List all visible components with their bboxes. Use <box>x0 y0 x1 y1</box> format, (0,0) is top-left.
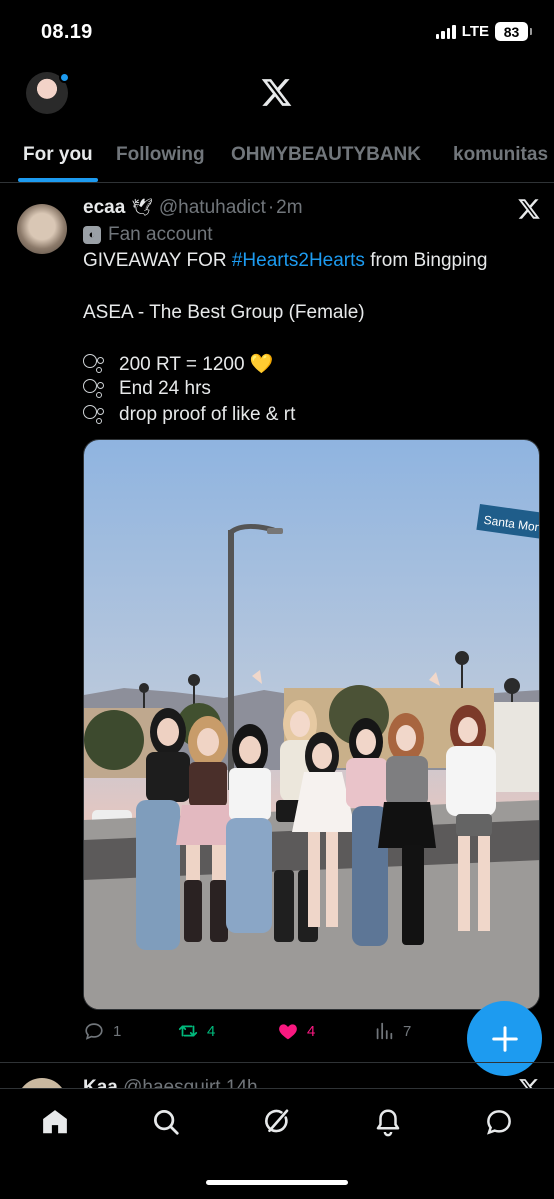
tweet-text-line1: GIVEAWAY FOR #Hearts2Hearts from Bingpin… <box>83 250 487 272</box>
next-tweet-handle[interactable]: @haesquirt <box>123 1077 220 1088</box>
tweet-photo[interactable]: Santa Moni <box>83 439 540 1010</box>
tweet-bullet: 200 RT = 1200 💛 <box>83 352 273 376</box>
views-icon <box>376 1022 393 1040</box>
nav-home[interactable] <box>40 1107 70 1137</box>
retweet-icon <box>178 1025 198 1037</box>
reply-button[interactable]: 1 <box>83 1020 121 1042</box>
bullet-text: End 24 hrs <box>119 378 211 399</box>
tweet-bullet: End 24 hrs <box>83 378 211 400</box>
grok-icon <box>265 1109 289 1133</box>
signal-icon <box>435 24 456 39</box>
nav-notifications[interactable] <box>373 1107 403 1137</box>
x-icon[interactable] <box>518 1077 540 1088</box>
retweet-count: 4 <box>207 1022 216 1040</box>
tweet-text-suffix: from Bingping <box>364 250 488 271</box>
network-label: LTE <box>461 23 489 40</box>
tweet-header: ecaa 🕊 @hatuhadict · 2m <box>83 197 303 219</box>
battery-icon: 83 <box>495 22 532 41</box>
tab-ohmybeautybank[interactable]: OHMYBEAUTYBANK <box>231 144 421 166</box>
tweet-author-handle[interactable]: @hatuhadict <box>159 197 266 219</box>
profile-avatar[interactable] <box>26 72 70 114</box>
messages-icon <box>487 1110 511 1135</box>
status-time: 08.19 <box>41 21 93 43</box>
bubbles-icon <box>83 378 109 400</box>
nav-grok[interactable] <box>262 1107 292 1137</box>
compose-button[interactable] <box>467 1001 542 1076</box>
bubbles-icon <box>83 353 109 375</box>
home-icon <box>43 1110 67 1134</box>
tab-following[interactable]: Following <box>116 144 205 166</box>
nav-search[interactable] <box>151 1107 181 1137</box>
hashtag-link[interactable]: #Hearts2Hearts <box>232 250 365 271</box>
dove-emoji: 🕊 <box>131 198 153 217</box>
x-icon[interactable] <box>517 197 541 221</box>
tweet-divider <box>0 1062 554 1063</box>
fan-account-badge: ◐ Fan account <box>83 224 213 246</box>
status-bar: 08.19 LTE 83 <box>0 0 554 62</box>
timeline-tabs: For you Following OHMYBEAUTYBANK komunit… <box>0 136 554 183</box>
next-tweet-avatar[interactable] <box>17 1078 67 1088</box>
bubbles-icon <box>83 404 109 426</box>
tweet-text-line2: ASEA - The Best Group (Female) <box>83 302 365 323</box>
tab-komunitas[interactable]: komunitas <box>453 144 548 166</box>
search-icon <box>154 1110 179 1135</box>
active-tab-indicator <box>18 178 98 182</box>
tweet-bullet: drop proof of like & rt <box>83 404 295 426</box>
retweet-button[interactable]: 4 <box>177 1020 215 1042</box>
like-button[interactable]: 4 <box>277 1020 315 1042</box>
tweet-author-avatar[interactable] <box>17 204 67 254</box>
nav-messages[interactable] <box>484 1107 514 1137</box>
battery-level: 83 <box>503 23 520 40</box>
group-photo-illustration: Santa Moni <box>84 440 539 1009</box>
views-button[interactable]: 7 <box>373 1020 411 1042</box>
tweet-separator: · <box>267 197 275 218</box>
next-tweet-peek[interactable]: Kaa @haesquirt 14h <box>0 1074 554 1088</box>
next-tweet-header: Kaa @haesquirt 14h <box>83 1077 258 1088</box>
reply-icon <box>85 1023 103 1040</box>
notifications-icon <box>376 1109 400 1137</box>
notification-dot <box>59 72 70 83</box>
mask-icon: ◐ <box>83 226 101 244</box>
like-count: 4 <box>307 1022 316 1040</box>
bullet-text: drop proof of like & rt <box>119 404 296 425</box>
tab-for-you[interactable]: For you <box>23 144 93 166</box>
tweet-actions: 1 4 4 7 <box>83 1020 443 1046</box>
reply-count: 1 <box>113 1022 122 1040</box>
home-indicator[interactable] <box>206 1180 348 1185</box>
next-tweet-author-name[interactable]: Kaa <box>83 1077 118 1088</box>
tweet-author-name[interactable]: ecaa <box>83 197 125 219</box>
plus-icon <box>491 1025 518 1052</box>
heart-icon <box>279 1024 297 1040</box>
views-count: 7 <box>403 1022 412 1040</box>
bullet-text: 200 RT = 1200 💛 <box>119 354 274 375</box>
next-tweet-time: 14h <box>225 1077 258 1088</box>
tweet-time: 2m <box>276 197 303 218</box>
x-logo-icon[interactable] <box>260 76 293 109</box>
status-indicators: LTE 83 <box>435 22 532 41</box>
tweet-text-prefix: GIVEAWAY FOR <box>83 250 232 271</box>
fan-account-label: Fan account <box>108 224 213 245</box>
